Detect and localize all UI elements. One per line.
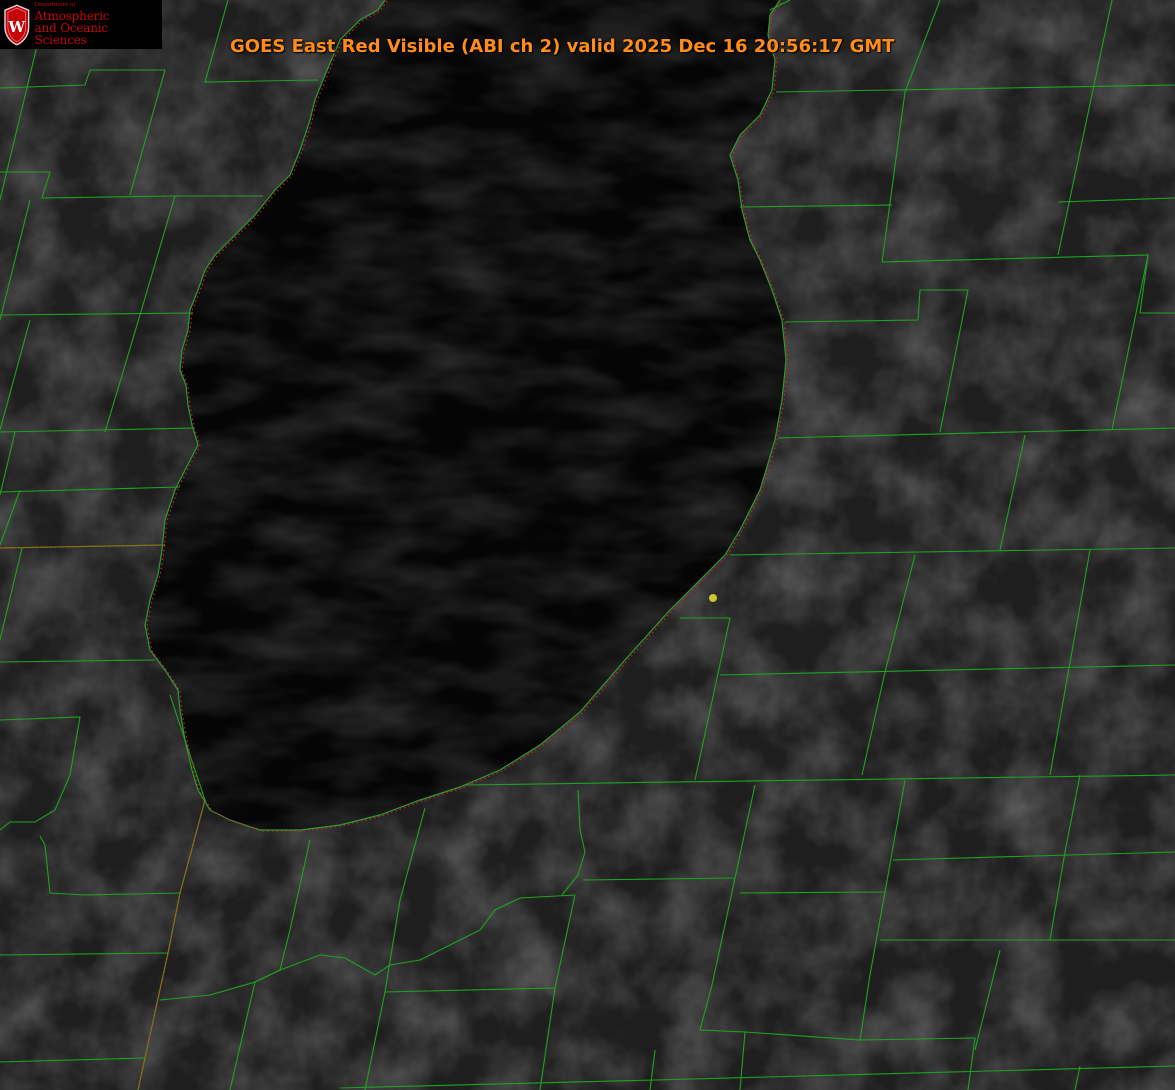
logo-line-2: and Oceanic Sciences <box>34 21 108 48</box>
satellite-image-viewer: W Department of Atmospheric and Oceanic … <box>0 0 1175 1090</box>
logo-department: Department of <box>34 1 76 8</box>
uw-crest-icon: W <box>4 3 30 46</box>
crest-letter: W <box>8 18 26 35</box>
logo-text: Department of Atmospheric and Oceanic Sc… <box>34 1 162 48</box>
station-marker[interactable] <box>709 594 717 602</box>
image-title: GOES East Red Visible (ABI ch 2) valid 2… <box>230 36 895 57</box>
aos-logo: W Department of Atmospheric and Oceanic … <box>0 0 162 49</box>
satellite-map <box>0 0 1175 1090</box>
